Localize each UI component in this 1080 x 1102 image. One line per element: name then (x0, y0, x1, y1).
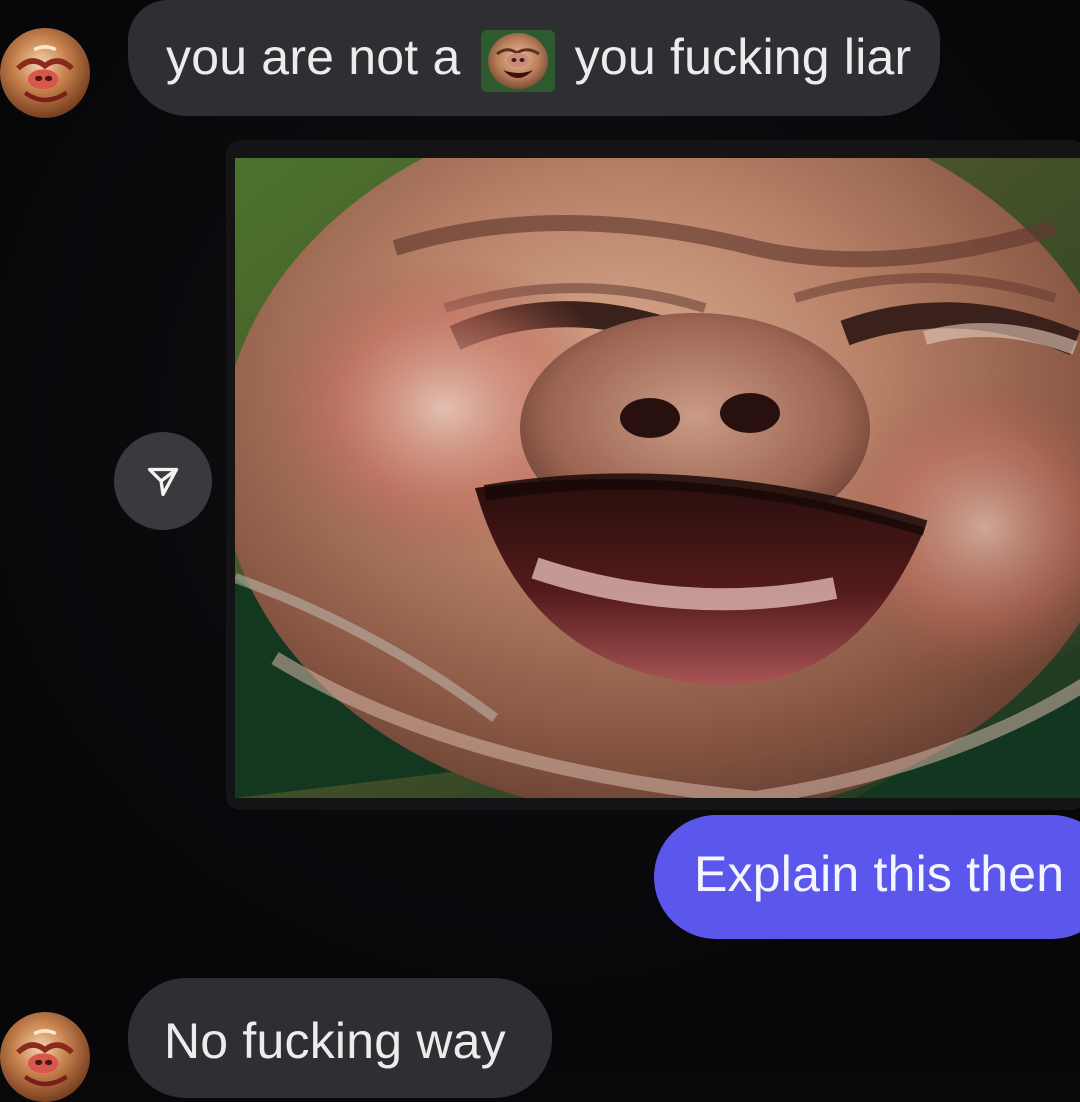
pig-avatar-icon (0, 1012, 90, 1102)
sender-avatar[interactable] (0, 1012, 90, 1102)
share-button[interactable] (114, 432, 212, 530)
incoming-message-bubble[interactable]: No fucking way (128, 978, 552, 1098)
sender-avatar[interactable] (0, 28, 90, 118)
paper-plane-icon (147, 467, 179, 497)
incoming-message-bubble[interactable]: you are not a you fucking liar (128, 0, 940, 116)
laughing-pig-photo (235, 158, 1080, 798)
message-text-before-emoji: you are not a (166, 29, 461, 85)
laughing-pig-emoji-icon (480, 30, 555, 92)
shared-image[interactable] (226, 140, 1080, 810)
message-text: No fucking way (164, 1013, 506, 1069)
pig-avatar-icon (0, 28, 90, 118)
outgoing-message-bubble[interactable]: Explain this then (654, 815, 1080, 939)
message-text-after-emoji: you fucking liar (574, 29, 912, 85)
message-text: Explain this then (694, 846, 1065, 902)
chat-screen: you are not a you fucking liar Explain t… (0, 0, 1080, 1102)
